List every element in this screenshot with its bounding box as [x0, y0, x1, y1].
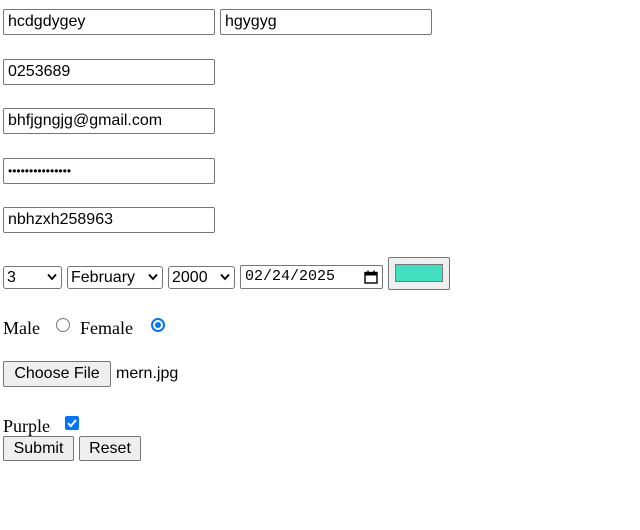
submit-label: Submit: [13, 440, 64, 457]
purple-checkbox[interactable]: [65, 416, 79, 430]
email-input[interactable]: bhfjgngjg@gmail.com: [3, 108, 215, 134]
username-input[interactable]: nbhzxh258963: [3, 207, 215, 233]
purple-label: Purple: [3, 416, 50, 436]
last-name-value: hgygyg: [225, 13, 277, 30]
year-select-value: 2000: [172, 269, 208, 286]
username-value: nbhzxh258963: [8, 211, 113, 228]
checkmark-icon: [67, 419, 77, 428]
last-name-input[interactable]: hgygyg: [220, 9, 432, 35]
date-input[interactable]: 02/24/2025: [240, 265, 383, 289]
first-name-input[interactable]: hcdgdygey: [3, 9, 215, 35]
reset-label: Reset: [89, 440, 131, 457]
chevron-down-icon: [148, 273, 158, 281]
female-radio[interactable]: [151, 318, 165, 332]
choose-file-button[interactable]: Choose File: [3, 361, 111, 387]
color-swatch: [395, 264, 443, 282]
male-radio[interactable]: [56, 318, 70, 332]
first-name-value: hcdgdygey: [8, 13, 86, 30]
submit-button[interactable]: Submit: [3, 436, 74, 461]
chevron-down-icon: [47, 273, 57, 281]
chevron-down-icon: [220, 273, 230, 281]
date-value: 02/24/2025: [245, 268, 336, 285]
reset-button[interactable]: Reset: [79, 436, 141, 461]
color-picker[interactable]: [388, 257, 450, 290]
month-select[interactable]: February: [67, 266, 163, 289]
choose-file-label: Choose File: [14, 365, 100, 382]
password-mask: •••••••••••••••: [8, 164, 72, 178]
password-input[interactable]: •••••••••••••••: [3, 158, 215, 184]
phone-value: 0253689: [8, 63, 71, 80]
file-name: mern.jpg: [116, 365, 179, 382]
male-label: Male: [3, 318, 40, 338]
year-select[interactable]: 2000: [168, 266, 235, 289]
email-value: bhfjgngjg@gmail.com: [8, 112, 163, 129]
phone-input[interactable]: 0253689: [3, 59, 215, 85]
day-select[interactable]: 3: [3, 266, 62, 289]
female-label: Female: [80, 318, 133, 338]
month-select-value: February: [71, 269, 136, 286]
calendar-icon[interactable]: [364, 270, 378, 284]
day-select-value: 3: [7, 269, 16, 286]
